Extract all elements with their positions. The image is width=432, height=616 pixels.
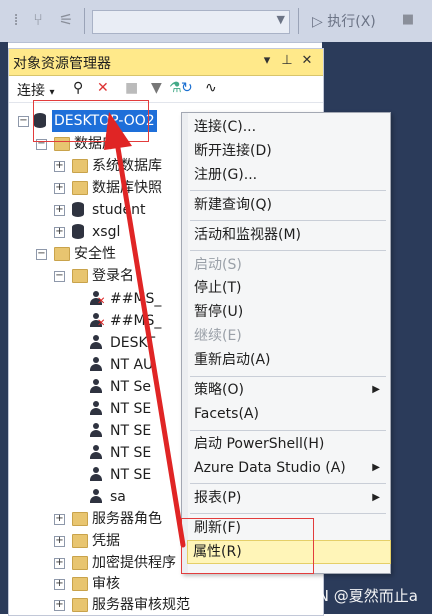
watermark: CSDN @夏然而止a xyxy=(286,587,418,605)
annotation-arrow xyxy=(104,112,186,548)
